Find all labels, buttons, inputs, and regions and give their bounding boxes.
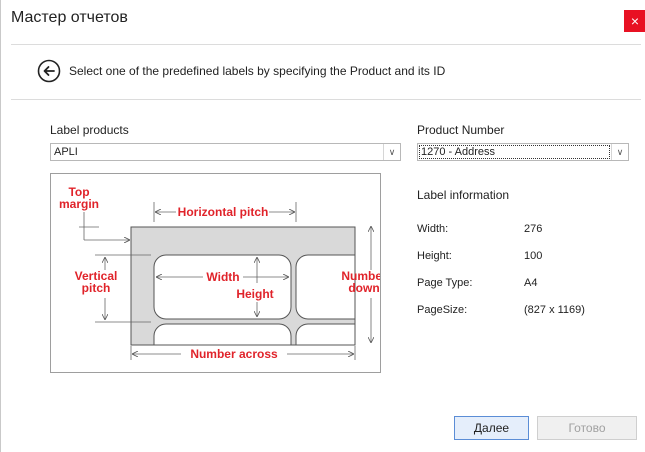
- report-wizard-window: Мастер отчетов × Select one of the prede…: [0, 0, 645, 452]
- product-number-label: Product Number: [417, 123, 505, 137]
- title-bar: Мастер отчетов ×: [1, 0, 645, 36]
- label-cell: [295, 323, 355, 345]
- label-products-value: APLI: [54, 146, 78, 158]
- back-arrow-icon[interactable]: [37, 59, 61, 83]
- number-across-label: Number across: [190, 347, 278, 361]
- vertical-pitch-label-2: pitch: [82, 281, 111, 295]
- chevron-down-icon[interactable]: ∨: [383, 144, 400, 160]
- label-layout-svg: Top margin Horizontal pitch Vertical pit…: [59, 185, 380, 361]
- wizard-header: Select one of the predefined labels by s…: [11, 44, 641, 100]
- window-title: Мастер отчетов: [11, 9, 128, 26]
- width-label: Width: [206, 270, 239, 284]
- product-number-value: 1270 - Address: [421, 146, 495, 158]
- label-products-label: Label products: [50, 123, 129, 137]
- finish-button[interactable]: Готово: [537, 416, 637, 440]
- height-label: Height: [236, 287, 273, 301]
- label-products-combo[interactable]: APLI ∨: [50, 143, 401, 161]
- info-page-type-value: A4: [524, 277, 538, 289]
- number-down-label-2: down: [348, 281, 379, 295]
- next-button[interactable]: Далее: [454, 416, 529, 440]
- info-width-value: 276: [524, 223, 543, 235]
- horizontal-pitch-label: Horizontal pitch: [178, 205, 269, 219]
- product-number-combo[interactable]: 1270 - Address ∨: [417, 143, 629, 161]
- info-page-size-key: PageSize:: [417, 304, 468, 316]
- info-width-key: Width:: [417, 223, 449, 235]
- label-information-title: Label information: [417, 188, 510, 202]
- close-button[interactable]: ×: [624, 10, 645, 32]
- wizard-instruction: Select one of the predefined labels by s…: [69, 64, 446, 78]
- info-page-type-key: Page Type:: [417, 277, 473, 289]
- top-margin-label-2: margin: [59, 197, 99, 211]
- chevron-down-icon[interactable]: ∨: [611, 144, 628, 160]
- info-height-value: 100: [524, 250, 543, 262]
- label-layout-diagram: Top margin Horizontal pitch Vertical pit…: [50, 173, 381, 373]
- info-height-key: Height:: [417, 250, 452, 262]
- info-page-size-value: (827 x 1169): [524, 304, 585, 316]
